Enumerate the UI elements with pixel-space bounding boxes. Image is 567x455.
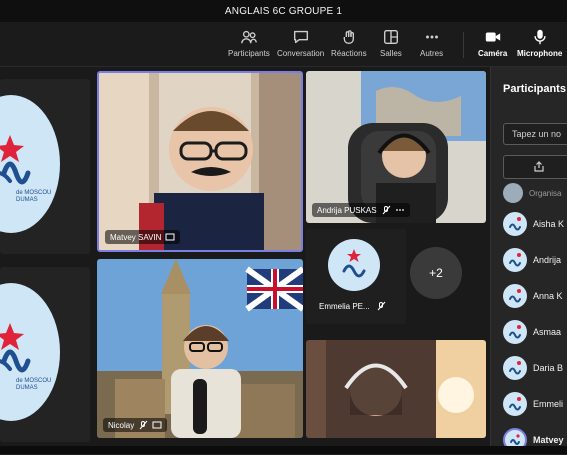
school-logo-icon (0, 323, 31, 373)
section-organizer: Organisa (503, 183, 561, 203)
participant-row[interactable]: Andrija (503, 245, 561, 275)
share-icon (534, 161, 544, 172)
nameplate-andrija: Andrija PUSKAS (312, 203, 410, 217)
section-label: Organisa (529, 188, 562, 198)
reaction-icon (343, 30, 354, 44)
search-placeholder: Tapez un no (512, 129, 562, 139)
left-participant-tile-bottom[interactable]: de MOSCOU DUMAS (0, 267, 90, 442)
people-icon (241, 30, 257, 44)
participant-tile-nicolay[interactable]: Nicolay (97, 259, 303, 438)
participant-row[interactable]: Aisha K (503, 209, 564, 239)
rooms-button[interactable]: Salles (380, 26, 402, 64)
participant-avatar (503, 212, 527, 236)
screen-share-indicator-icon (152, 421, 162, 429)
participant-avatar (503, 320, 527, 344)
organizer-avatar (503, 183, 523, 203)
overflow-participants-button[interactable]: +2 (410, 247, 462, 299)
video-feed-matvey (99, 73, 301, 250)
reactions-label: Réactions (331, 49, 367, 58)
school-logo-avatar-top: de MOSCOU DUMAS (0, 95, 60, 233)
more-label: Autres (420, 49, 444, 58)
participant-name: Andrija PUSKAS (317, 205, 377, 215)
microphone-off-icon (377, 301, 386, 311)
microphone-off-icon (382, 205, 390, 215)
meeting-stage: de MOSCOU DUMAS de MOSCOU DUMAS Matvey S… (0, 67, 490, 454)
video-feed-andrija (306, 71, 486, 223)
participant-name: Matvey SAVIN (110, 232, 162, 242)
school-logo-icon (342, 249, 366, 278)
emmelia-avatar (328, 239, 380, 291)
participants-search-input[interactable]: Tapez un no (503, 123, 567, 145)
school-logo-icon (509, 253, 521, 267)
participant-name: Matvey (533, 435, 564, 445)
meeting-title: ANGLAIS 6C GROUPE 1 (224, 5, 343, 17)
school-logo-icon (509, 325, 521, 339)
participant-name: Anna K (533, 291, 563, 301)
video-feed-nicolay (97, 259, 303, 438)
meeting-toolbar: Participants Conversation Réactions Sall… (0, 22, 567, 67)
participant-avatar (503, 284, 527, 308)
microphone-label: Microphone (517, 49, 563, 58)
left-participant-tile-top[interactable]: de MOSCOU DUMAS (0, 79, 90, 254)
share-invite-button[interactable] (503, 155, 567, 179)
school-logo-icon (509, 397, 521, 411)
screen-share-indicator-icon (165, 233, 175, 241)
school-logo-icon (509, 217, 521, 231)
participant-name: Emmelia PE... (319, 301, 370, 311)
participant-row[interactable]: Anna K (503, 281, 563, 311)
chat-icon (293, 30, 308, 44)
camera-button[interactable]: Caméra (478, 26, 507, 64)
more-options-icon[interactable] (395, 205, 405, 215)
participant-name: Aisha K (533, 219, 565, 229)
overflow-count: +2 (429, 266, 443, 280)
participant-tile-matvey[interactable]: Matvey SAVIN (97, 71, 303, 252)
video-feed-unlabeled (306, 340, 486, 438)
participant-name: Asmaa (533, 327, 562, 337)
participant-avatar (503, 248, 527, 272)
nameplate-matvey: Matvey SAVIN (105, 230, 181, 244)
participant-avatar (503, 356, 527, 380)
participant-row[interactable]: Asmaa (503, 317, 561, 347)
window-titlebar: ANGLAIS 6C GROUPE 1 (0, 0, 567, 22)
nameplate-emmelia: Emmelia PE... (319, 301, 386, 311)
participant-tile-video-unlabeled[interactable] (306, 340, 486, 438)
more-icon (425, 35, 438, 39)
school-logo-icon (0, 135, 31, 185)
participant-row[interactable]: Daria B (503, 353, 563, 383)
camera-icon (485, 32, 500, 42)
logo-text-top: de MOSCOU DUMAS (16, 190, 52, 203)
participant-name: Andrija (533, 255, 562, 265)
participant-avatar (503, 392, 527, 416)
school-logo-avatar-bottom: de MOSCOU DUMAS (0, 283, 60, 421)
panel-title: Participants (503, 83, 566, 95)
participant-tile-andrija[interactable]: Andrija PUSKAS (306, 71, 486, 223)
rooms-label: Salles (380, 49, 402, 58)
participant-name: Daria B (533, 363, 564, 373)
participant-name: Emmeli (533, 399, 564, 409)
participants-panel: Participants Tapez un no Organisa Aisha … (490, 67, 567, 454)
participant-tile-emmelia[interactable]: Emmelia PE... (306, 229, 406, 324)
conversation-label: Conversation (277, 49, 325, 58)
nameplate-nicolay: Nicolay (103, 418, 168, 432)
participant-row[interactable]: Emmeli (503, 389, 563, 419)
school-logo-icon (509, 361, 521, 375)
camera-label: Caméra (478, 49, 508, 58)
microphone-button[interactable]: Microphone (517, 26, 562, 64)
participant-name: Nicolay (108, 420, 135, 430)
participants-label: Participants (228, 49, 270, 58)
toolbar-separator (463, 32, 464, 58)
school-logo-icon (509, 289, 521, 303)
reactions-button[interactable]: Réactions (331, 26, 367, 64)
logo-text-bottom: de MOSCOU DUMAS (16, 378, 52, 391)
participants-button[interactable]: Participants (228, 26, 270, 64)
microphone-off-icon (139, 420, 148, 430)
conversation-button[interactable]: Conversation (277, 26, 324, 64)
microphone-icon (534, 29, 546, 45)
more-button[interactable]: Autres (420, 26, 443, 64)
os-taskbar (0, 446, 567, 454)
breakout-rooms-icon (383, 30, 398, 44)
